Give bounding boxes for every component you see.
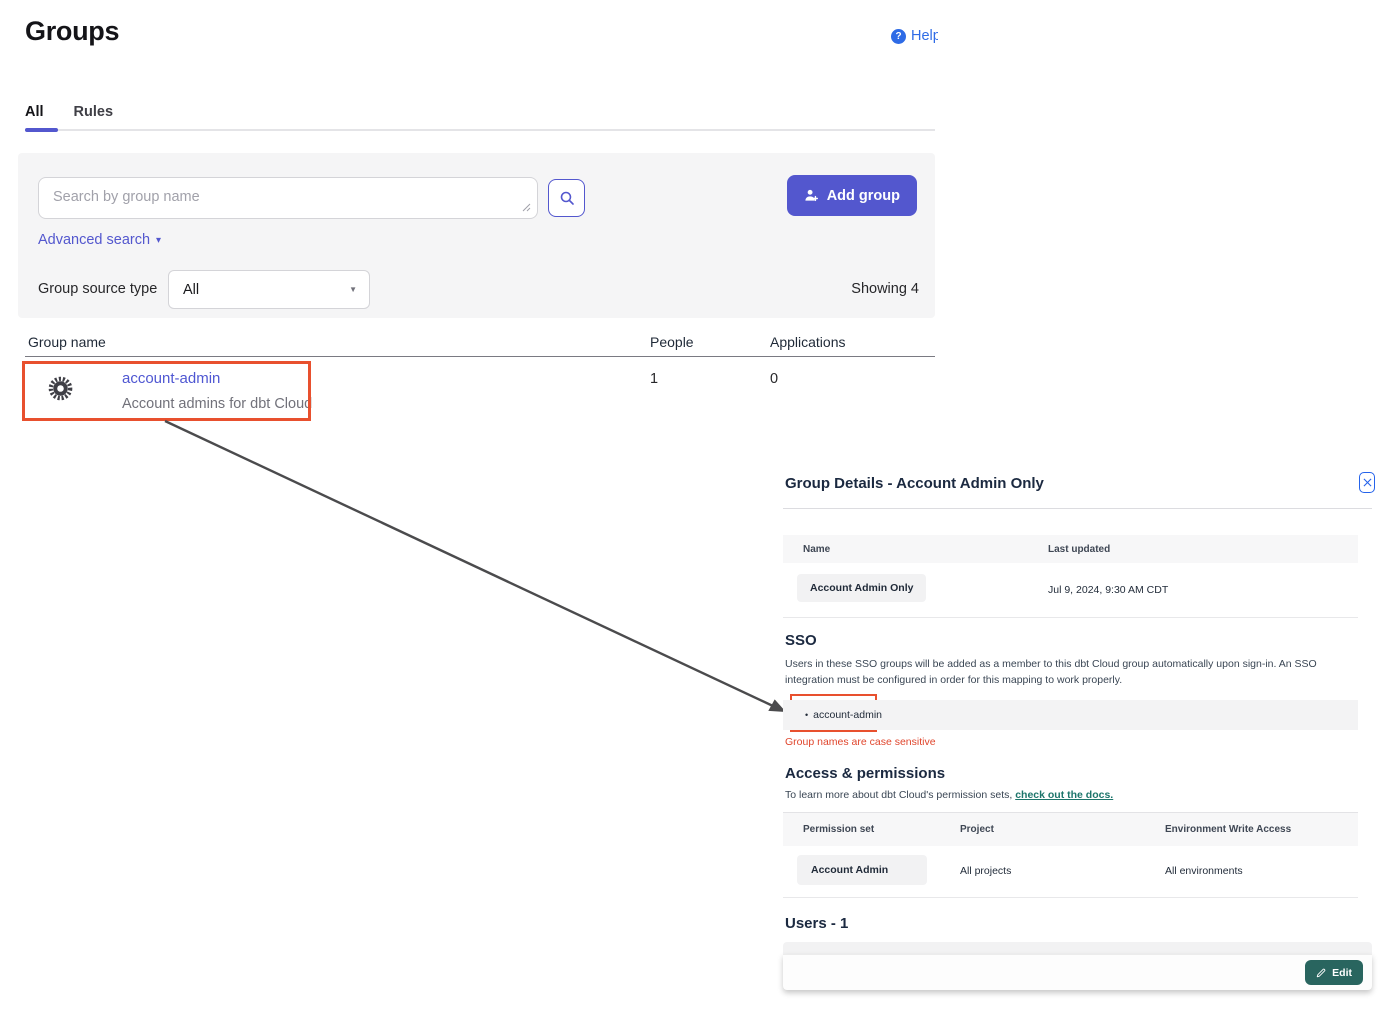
filter-panel: Add group Advanced search ▾ Group source… [18,153,935,318]
groups-page: Groups ? Help All Rules Add group Advanc… [0,0,1386,1009]
bullet-icon: • [805,710,808,720]
search-icon [559,190,575,206]
permissions-table-row: Account Admin All projects All environme… [783,846,1358,898]
group-source-type-label: Group source type [38,281,157,297]
sso-heading: SSO [785,632,817,649]
users-table-top-strip [783,942,1372,954]
permissions-table-header: Permission set Project Environment Write… [783,813,1358,846]
details-footer: Edit [783,954,1372,990]
group-people-count: 1 [650,371,658,387]
search-box [38,177,538,219]
environment-value: All environments [1165,865,1243,877]
group-gear-icon [47,375,74,402]
details-title: Group Details - Account Admin Only [785,475,1044,492]
add-user-icon [804,188,819,203]
help-link[interactable]: ? Help [891,25,938,47]
page-title: Groups [25,16,119,47]
docs-link[interactable]: check out the docs. [1015,789,1113,801]
active-tab-indicator [25,128,58,132]
access-permissions-description: To learn more about dbt Cloud's permissi… [785,789,1113,801]
column-applications: Applications [770,334,846,350]
pencil-icon [1316,968,1326,978]
column-project: Project [960,824,994,835]
add-group-button[interactable]: Add group [787,175,917,216]
last-updated-value: Jul 9, 2024, 9:30 AM CDT [1048,584,1168,596]
edit-label: Edit [1332,967,1352,979]
info-table-row: Account Admin Only Jul 9, 2024, 9:30 AM … [783,563,1358,618]
advanced-search-toggle[interactable]: Advanced search ▾ [38,232,161,248]
advanced-search-label: Advanced search [38,232,150,248]
project-value: All projects [960,865,1011,877]
group-description: Account admins for dbt Cloud [122,396,312,412]
permissions-table: Permission set Project Environment Write… [783,812,1358,898]
column-last-updated: Last updated [1048,544,1110,555]
column-people: People [650,334,694,350]
group-info-table: Name Last updated Account Admin Only Jul… [783,535,1358,618]
tab-rules[interactable]: Rules [74,104,114,132]
search-input[interactable] [38,177,538,219]
help-label: Help [911,28,938,44]
group-source-type-select[interactable]: All ▼ [168,270,370,309]
sso-group-item: • account-admin [783,700,1358,730]
edit-button[interactable]: Edit [1305,960,1363,985]
column-group-name: Group name [28,334,106,350]
selected-source-type: All [183,282,199,298]
column-permission-set: Permission set [803,824,874,835]
help-question-icon: ? [891,29,906,44]
details-divider [783,508,1372,509]
group-applications-count: 0 [770,371,778,387]
group-name-pill: Account Admin Only [797,574,926,602]
info-table-header: Name Last updated [783,535,1358,563]
description-prefix: To learn more about dbt Cloud's permissi… [785,789,1015,801]
group-name-link[interactable]: account-admin [122,370,220,387]
table-row: account-admin Account admins for dbt Clo… [25,357,935,425]
add-group-label: Add group [827,188,900,204]
showing-count: Showing 4 [851,281,919,297]
close-icon [1363,478,1372,487]
close-button[interactable] [1359,472,1375,493]
select-caret-icon: ▼ [349,285,357,294]
sso-description: Users in these SSO groups will be added … [785,656,1362,689]
access-permissions-heading: Access & permissions [785,765,945,782]
column-name: Name [803,544,830,555]
search-button[interactable] [548,179,585,217]
group-details-panel: Group Details - Account Admin Only Name … [783,465,1372,995]
caret-down-icon: ▾ [156,235,161,246]
groups-table-header: Group name People Applications [25,330,935,357]
tabs-divider [25,129,935,131]
permission-set-pill: Account Admin [797,855,927,885]
sso-group-name: account-admin [813,709,882,721]
column-environment-write-access: Environment Write Access [1165,824,1291,835]
users-heading: Users - 1 [785,915,848,932]
case-sensitive-warning: Group names are case sensitive [785,736,936,748]
